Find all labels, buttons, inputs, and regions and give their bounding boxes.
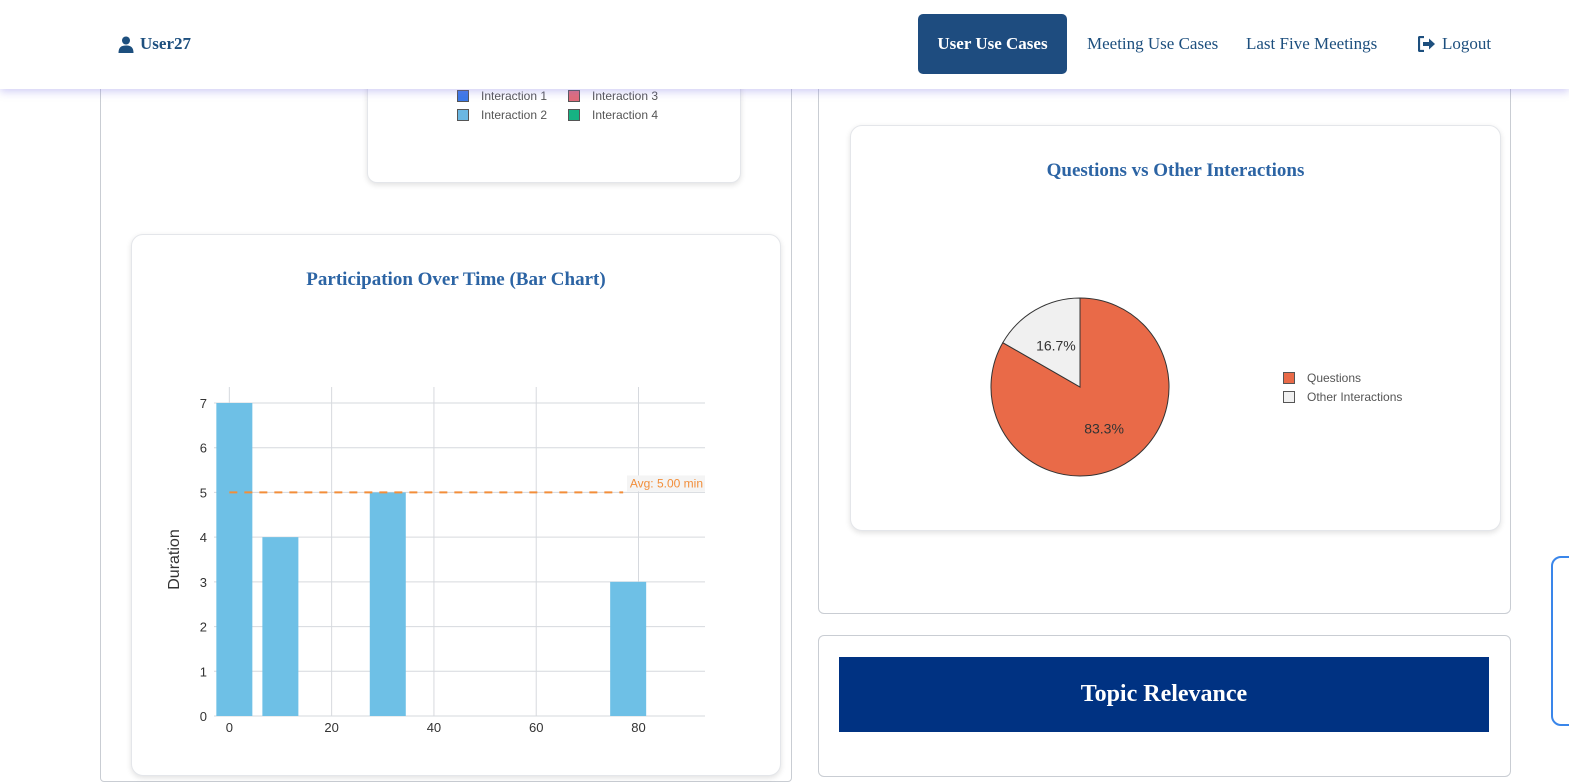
legend-label: Other Interactions (1307, 390, 1403, 404)
bar (610, 581, 647, 716)
username-label: User27 (140, 34, 191, 53)
logout-button[interactable]: Logout (1418, 34, 1491, 54)
nav-last-five-meetings[interactable]: Last Five Meetings (1246, 34, 1377, 54)
x-tick-label: 20 (324, 720, 338, 735)
legend-swatch (1283, 372, 1295, 384)
topic-relevance-header: Topic Relevance (839, 657, 1489, 732)
pie-slice-label: 16.7% (1036, 337, 1076, 353)
legend-item-questions: Questions (1283, 371, 1361, 385)
y-tick-label: 4 (200, 530, 207, 545)
nav-meeting-use-cases[interactable]: Meeting Use Cases (1087, 34, 1218, 54)
side-chat-tab[interactable] (1551, 556, 1569, 726)
y-tick-label: 3 (200, 575, 207, 590)
legend-item-interaction-1: Interaction 1 (457, 89, 547, 103)
legend-label: Interaction 4 (592, 108, 659, 122)
legend-swatch (1283, 391, 1295, 403)
bar (369, 492, 406, 716)
legend-item-interaction-2: Interaction 2 (457, 108, 547, 122)
legend-item-other-interactions: Other Interactions (1283, 390, 1402, 404)
y-tick-label: 5 (200, 485, 207, 500)
y-tick-label: 7 (200, 396, 207, 411)
user-profile-link[interactable]: User27 (118, 34, 191, 54)
legend-label: Interaction 1 (481, 89, 548, 103)
legend-item-interaction-4: Interaction 4 (568, 108, 658, 122)
participation-bar-card: Participation Over Time (Bar Chart) 0123… (131, 234, 781, 776)
bar (216, 403, 253, 716)
y-tick-label: 0 (200, 709, 207, 724)
y-tick-label: 6 (200, 441, 207, 456)
legend-label: Interaction 3 (592, 89, 659, 103)
y-tick-label: 2 (200, 620, 207, 635)
nav-user-use-cases[interactable]: User Use Cases (918, 14, 1067, 74)
logout-label: Logout (1442, 34, 1492, 53)
logout-icon (1418, 36, 1435, 52)
legend-swatch (568, 109, 580, 121)
bar-chart: 0 1 2 3 4 5 6 7 0 20 40 60 80 Avg: 5.00 min Duration (166, 387, 705, 735)
legend-swatch (568, 90, 580, 102)
legend-item-interaction-3: Interaction 3 (568, 89, 658, 103)
bar (262, 537, 299, 716)
legend-label: Questions (1307, 371, 1362, 385)
legend-swatch (457, 109, 469, 121)
y-axis-label: Duration (166, 529, 183, 589)
x-tick-label: 60 (529, 720, 543, 735)
legend-label: Interaction 2 (481, 108, 548, 122)
x-tick-label: 0 (226, 720, 233, 735)
x-tick-label: 40 (427, 720, 441, 735)
average-label: Avg: 5.00 min (630, 476, 703, 490)
pie-chart: 83.3% 16.7% (990, 297, 1170, 477)
legend-swatch (457, 90, 469, 102)
user-icon (118, 36, 134, 53)
questions-pie-card: Questions vs Other Interactions 83.3% 16.… (850, 125, 1501, 531)
y-tick-label: 1 (200, 664, 207, 679)
top-navbar: User27 User Use Cases Meeting Use Cases … (0, 0, 1569, 89)
x-tick-label: 80 (631, 720, 645, 735)
pie-slice-label: 83.3% (1084, 421, 1124, 437)
